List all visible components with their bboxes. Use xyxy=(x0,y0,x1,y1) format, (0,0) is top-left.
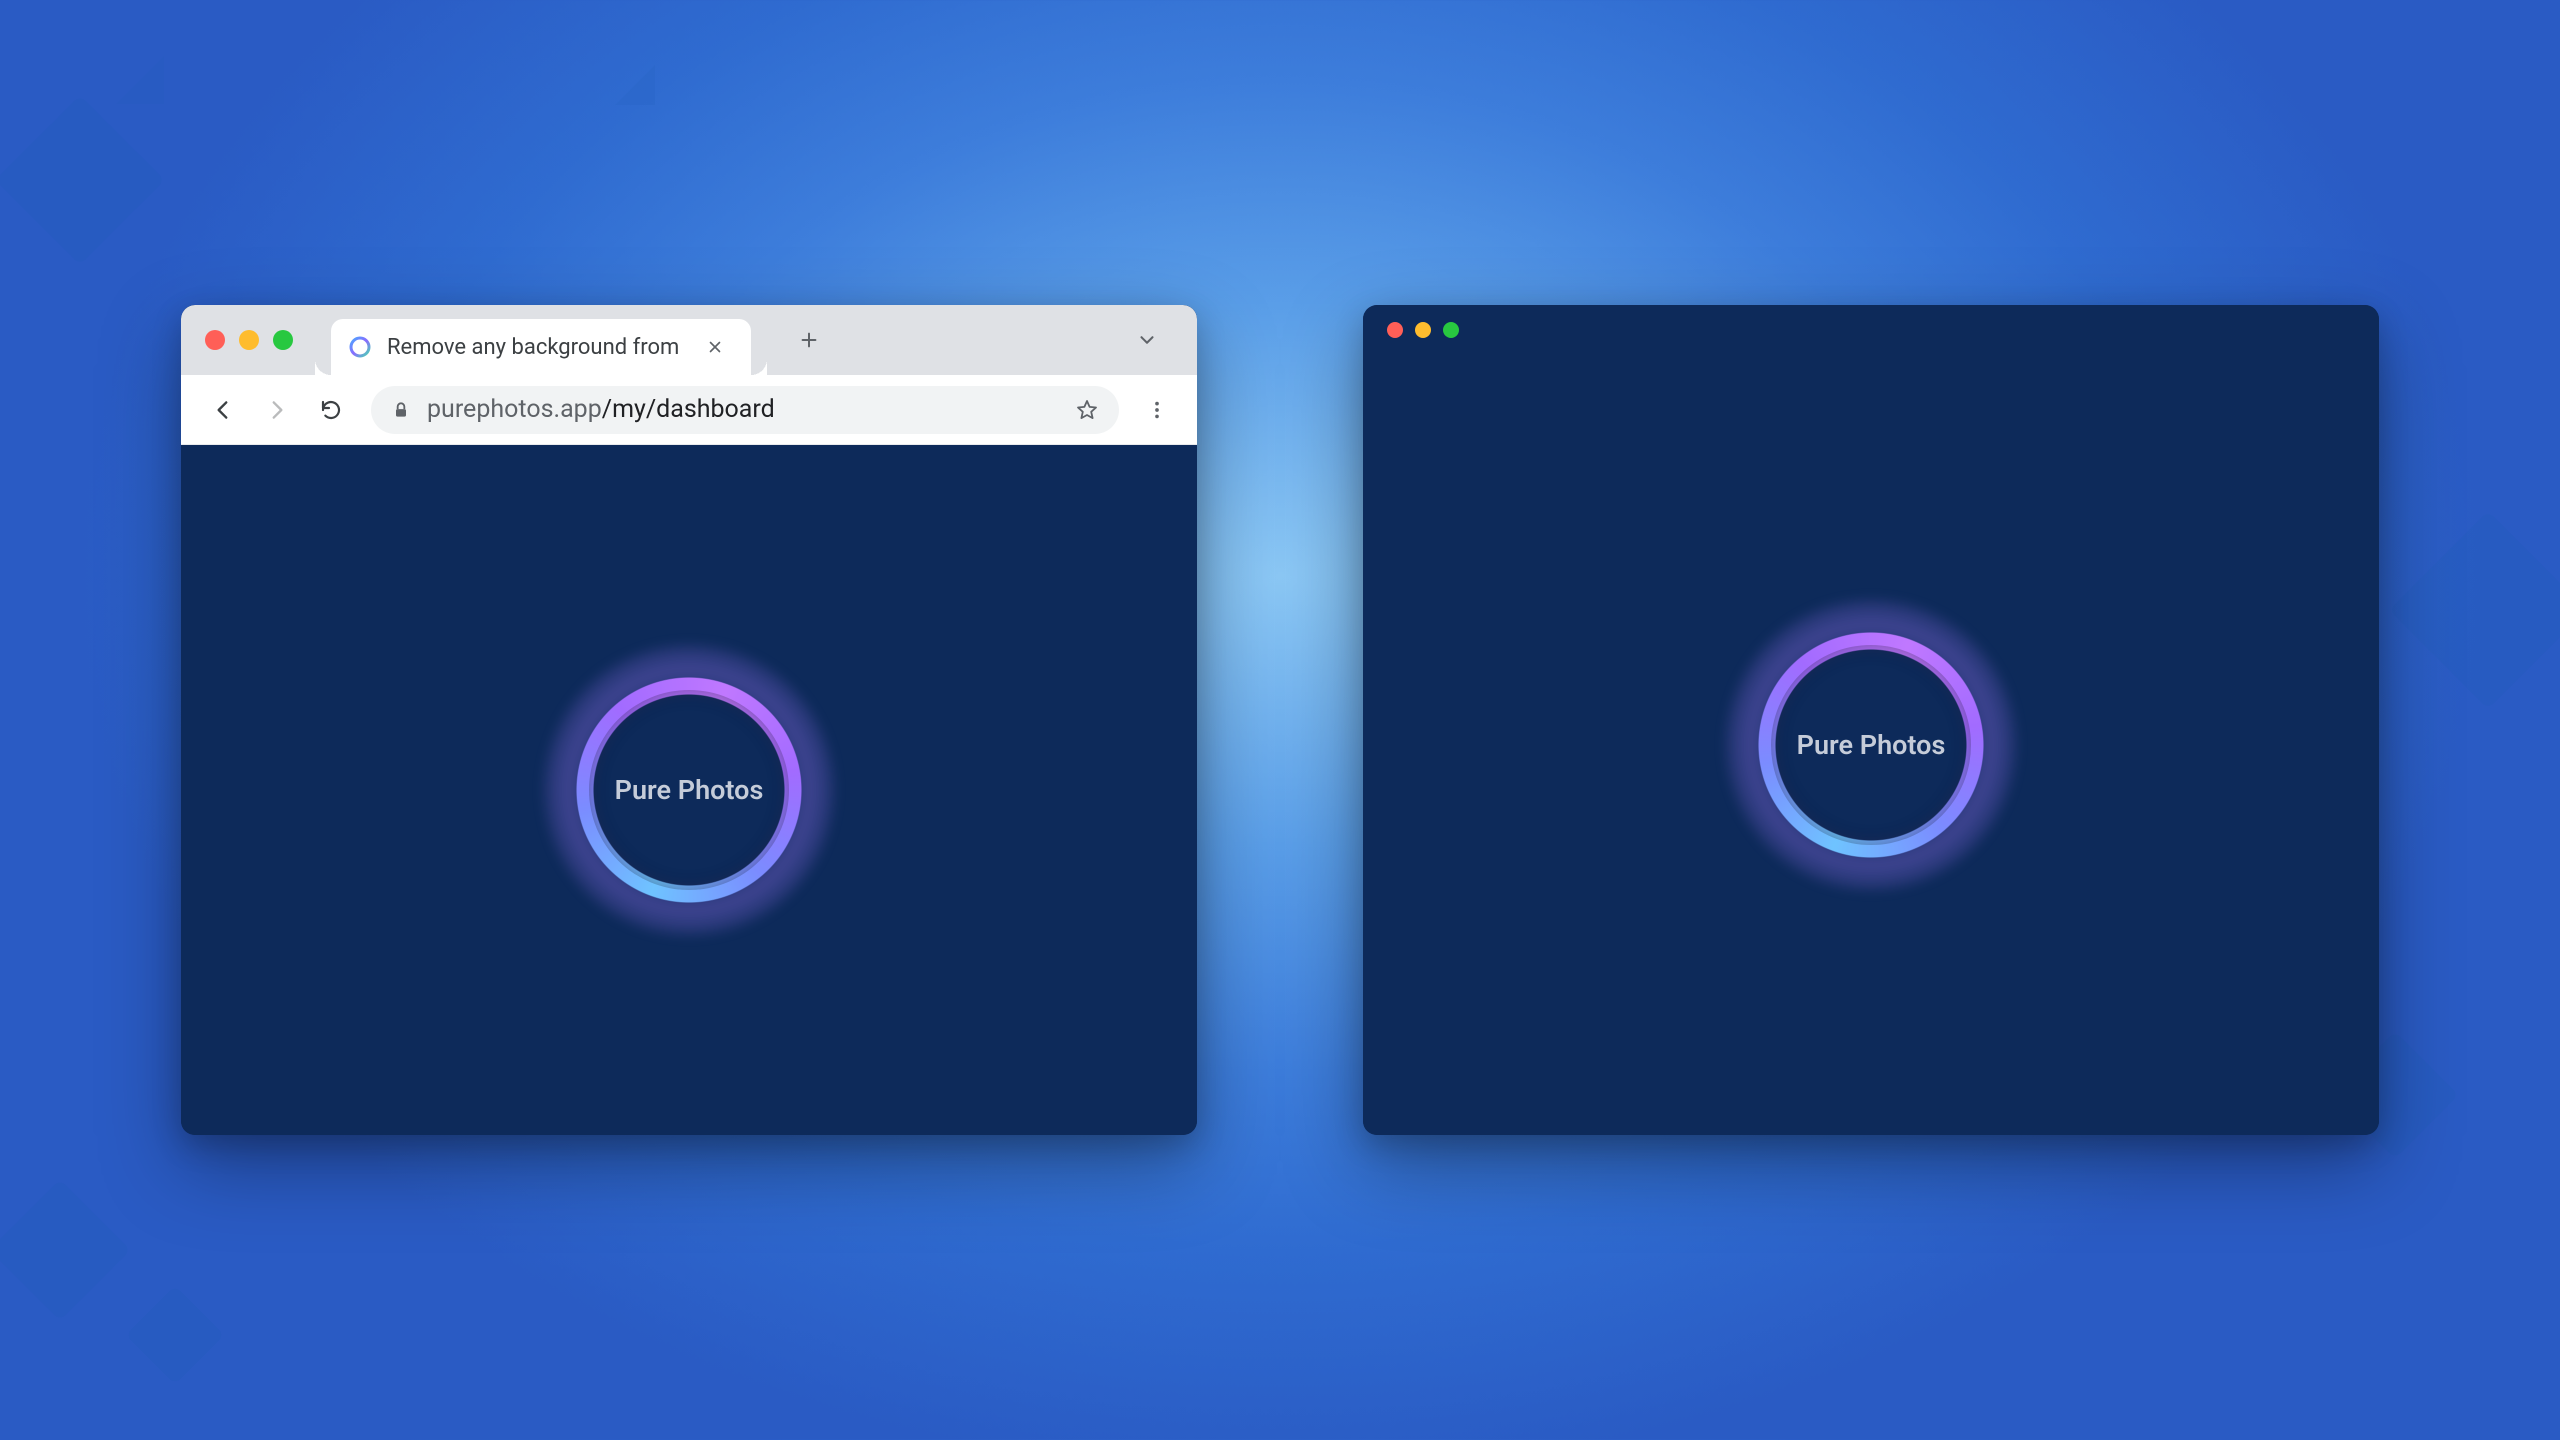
window-maximize-button[interactable] xyxy=(1443,322,1459,338)
nav-back-button[interactable] xyxy=(201,388,245,432)
window-close-button[interactable] xyxy=(1387,322,1403,338)
loader-label: Pure Photos xyxy=(615,774,764,806)
window-controls xyxy=(1387,322,1459,338)
browser-tab-active[interactable]: Remove any background from xyxy=(331,319,751,375)
nav-forward-button[interactable] xyxy=(255,388,299,432)
window-minimize-button[interactable] xyxy=(239,330,259,350)
favicon-icon xyxy=(347,334,373,360)
window-close-button[interactable] xyxy=(205,330,225,350)
loader-label: Pure Photos xyxy=(1797,729,1946,761)
browser-viewport: Pure Photos xyxy=(181,445,1197,1135)
url-text: purephotos.app/my/dashboard xyxy=(427,395,1059,424)
tab-close-button[interactable] xyxy=(701,333,729,361)
window-minimize-button[interactable] xyxy=(1415,322,1431,338)
bookmark-star-button[interactable] xyxy=(1075,398,1099,422)
address-bar[interactable]: purephotos.app/my/dashboard xyxy=(371,386,1119,434)
browser-tabstrip: Remove any background from xyxy=(181,305,1197,375)
loading-indicator: Pure Photos xyxy=(564,665,814,915)
url-host: purephotos.app xyxy=(427,395,602,424)
tabs-dropdown-button[interactable] xyxy=(1127,320,1167,360)
new-tab-button[interactable] xyxy=(787,318,831,362)
url-path: /my/dashboard xyxy=(602,395,775,424)
window-controls xyxy=(205,330,293,350)
tab-title: Remove any background from xyxy=(387,335,687,360)
browser-toolbar: purephotos.app/my/dashboard xyxy=(181,375,1197,445)
window-maximize-button[interactable] xyxy=(273,330,293,350)
browser-menu-button[interactable] xyxy=(1137,390,1177,430)
lock-icon xyxy=(391,400,411,420)
app-window: Pure Photos xyxy=(1363,305,2379,1135)
browser-window: Remove any background from xyxy=(181,305,1197,1135)
app-viewport: Pure Photos xyxy=(1363,355,2379,1135)
app-titlebar xyxy=(1363,305,2379,355)
nav-reload-button[interactable] xyxy=(309,388,353,432)
loading-indicator: Pure Photos xyxy=(1746,620,1996,870)
